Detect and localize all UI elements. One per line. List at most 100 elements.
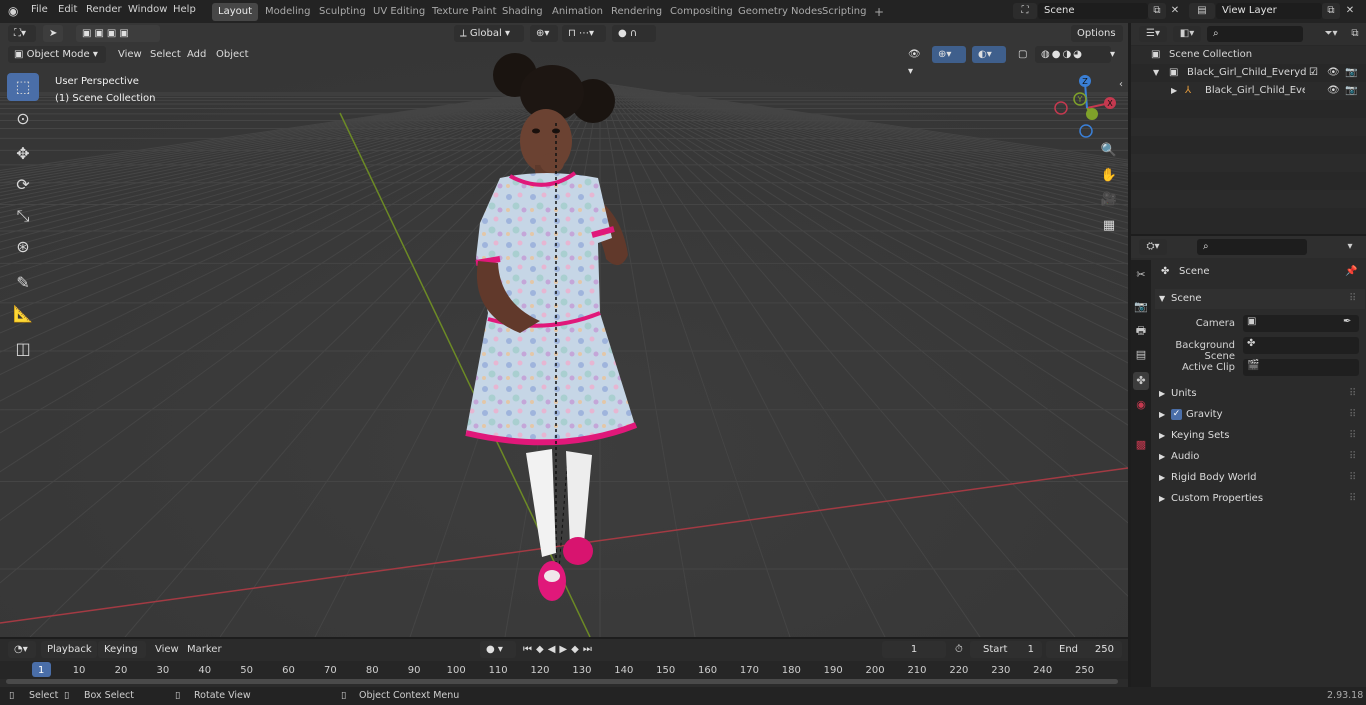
- pin-icon[interactable]: 📌: [1345, 262, 1357, 282]
- active-clip-field[interactable]: 🎬: [1243, 359, 1359, 376]
- zoom-icon[interactable]: 🔍: [1098, 140, 1120, 162]
- units-panel-header[interactable]: ▶ Units ⠿: [1155, 384, 1365, 404]
- start-frame-field[interactable]: Start 1: [970, 641, 1042, 658]
- perspective-toggle-icon[interactable]: ▦: [1098, 215, 1120, 237]
- outliner-editor-type-icon[interactable]: ☰▾: [1139, 26, 1167, 42]
- outliner-row-scene-collection[interactable]: ▣ Scene Collection: [1131, 46, 1366, 64]
- editor-type-icon[interactable]: ⛶▾: [8, 25, 36, 42]
- menu-edit[interactable]: Edit: [58, 4, 77, 15]
- tab-layout[interactable]: Layout: [212, 3, 258, 21]
- menu-view[interactable]: View: [118, 46, 142, 63]
- menu-object[interactable]: Object: [216, 46, 249, 63]
- scene-name-field[interactable]: Scene: [1038, 3, 1148, 19]
- render-camera-icon[interactable]: 📷: [1345, 82, 1357, 100]
- drag-handle-icon[interactable]: ⠿: [1349, 489, 1356, 509]
- view-layer-selector-icon[interactable]: ▤: [1189, 3, 1215, 19]
- overlay-toggle-icon[interactable]: ◐▾: [972, 46, 1006, 63]
- drag-handle-icon[interactable]: ⠿: [1349, 289, 1356, 309]
- navigation-gizmo[interactable]: X Y Z: [1052, 73, 1122, 143]
- tab-modeling[interactable]: Modeling: [259, 3, 317, 21]
- tab-scripting[interactable]: Scripting: [816, 3, 872, 21]
- shading-mode-icons[interactable]: ◍●◑◕: [1035, 46, 1111, 63]
- keying-sets-panel-header[interactable]: ▶ Keying Sets ⠿: [1155, 426, 1365, 446]
- tab-texture-paint[interactable]: Texture Paint: [426, 3, 503, 21]
- world-tab-icon[interactable]: ◉: [1133, 396, 1149, 414]
- 3d-viewport[interactable]: ⛶▾ ➤ ▣▣▣▣ ⟂ Global ▾ ⊕▾ ⊓ ⋯▾ ● ∩ Options…: [0, 23, 1128, 637]
- timeline-view-menu[interactable]: View: [155, 641, 179, 658]
- tool-scale-icon[interactable]: ⤡: [7, 202, 39, 230]
- mode-dropdown[interactable]: ▣ Object Mode ▾: [8, 46, 106, 63]
- tool-tab-icon[interactable]: ✂: [1133, 266, 1149, 284]
- tab-geometry-nodes[interactable]: Geometry Nodes: [732, 3, 828, 21]
- tool-rotate-icon[interactable]: ⟳: [7, 171, 39, 199]
- gravity-panel-header[interactable]: ▶ ✓ Gravity ⠿: [1155, 405, 1365, 425]
- menu-file[interactable]: File: [31, 4, 48, 15]
- render-tab-icon[interactable]: 📷: [1133, 298, 1149, 316]
- auto-keying-icon[interactable]: ● ▾: [480, 641, 516, 658]
- end-frame-field[interactable]: End 250: [1046, 641, 1122, 658]
- camera-field[interactable]: ▣ ✒: [1243, 315, 1359, 332]
- audio-panel-header[interactable]: ▶ Audio ⠿: [1155, 447, 1365, 467]
- prev-keyframe-icon[interactable]: ◆: [536, 644, 548, 655]
- rigid-body-world-panel-header[interactable]: ▶ Rigid Body World ⠿: [1155, 468, 1365, 488]
- tab-shading[interactable]: Shading: [496, 3, 549, 21]
- tool-transform-icon[interactable]: ⊛: [7, 233, 39, 261]
- tab-compositing[interactable]: Compositing: [664, 3, 739, 21]
- delete-scene-icon[interactable]: ✕: [1166, 3, 1184, 19]
- new-collection-icon[interactable]: ⧉: [1346, 26, 1364, 42]
- menu-help[interactable]: Help: [173, 4, 196, 15]
- tool-add-cube-icon[interactable]: ◫: [7, 335, 39, 363]
- tab-uv-editing[interactable]: UV Editing: [367, 3, 431, 21]
- menu-render[interactable]: Render: [86, 4, 122, 15]
- new-scene-icon[interactable]: ⧉: [1148, 3, 1166, 19]
- current-frame-field[interactable]: 1: [882, 641, 946, 658]
- stopwatch-icon[interactable]: ⏱: [955, 641, 963, 658]
- play-icon[interactable]: ▶: [559, 644, 571, 655]
- blender-logo-icon[interactable]: ◉: [8, 4, 18, 18]
- select-tool-icon[interactable]: ➤: [43, 25, 63, 42]
- jump-end-icon[interactable]: ⏭: [583, 644, 596, 655]
- menu-window[interactable]: Window: [128, 4, 167, 15]
- gizmo-toggle-icon[interactable]: ⊕▾: [932, 46, 966, 63]
- visibility-icon[interactable]: 👁▾: [902, 46, 928, 77]
- eyedropper-icon[interactable]: ✒: [1343, 316, 1351, 327]
- expand-right-icon[interactable]: ▶: [1171, 82, 1177, 100]
- display-mode-icon[interactable]: ◧▾: [1173, 26, 1201, 42]
- tool-select-box-icon[interactable]: ⬚: [7, 73, 39, 101]
- timeline-editor-type-icon[interactable]: ◔▾: [8, 641, 36, 658]
- expand-down-icon[interactable]: ▼: [1153, 64, 1159, 82]
- delete-view-layer-icon[interactable]: ✕: [1341, 3, 1359, 19]
- add-workspace-button[interactable]: +: [868, 3, 890, 21]
- xray-icon[interactable]: ▢: [1012, 46, 1032, 63]
- properties-editor-type-icon[interactable]: ⛭▾: [1139, 239, 1167, 255]
- play-reverse-icon[interactable]: ◀: [548, 644, 560, 655]
- tool-cursor-icon[interactable]: ⊙: [7, 105, 39, 133]
- properties-options-icon[interactable]: ▾: [1341, 239, 1359, 255]
- selection-mode-icons[interactable]: ▣▣▣▣: [76, 25, 160, 42]
- scene-tab-icon[interactable]: ✤: [1133, 372, 1149, 390]
- camera-view-icon[interactable]: 🎥: [1098, 189, 1120, 211]
- marker-menu[interactable]: Marker: [187, 641, 222, 658]
- scene-panel-header[interactable]: ▼ Scene ⠿: [1155, 289, 1365, 309]
- new-view-layer-icon[interactable]: ⧉: [1322, 3, 1340, 19]
- custom-properties-panel-header[interactable]: ▶ Custom Properties ⠿: [1155, 489, 1365, 509]
- drag-handle-icon[interactable]: ⠿: [1349, 405, 1356, 425]
- proportional-edit-icon[interactable]: ● ∩: [612, 25, 656, 42]
- output-tab-icon[interactable]: 🖶: [1133, 322, 1149, 340]
- next-keyframe-icon[interactable]: ◆: [571, 644, 583, 655]
- background-scene-field[interactable]: ✤: [1243, 337, 1359, 354]
- drag-handle-icon[interactable]: ⠿: [1349, 468, 1356, 488]
- gravity-checkbox[interactable]: ✓: [1171, 409, 1182, 420]
- exclude-checkbox-icon[interactable]: ☑: [1309, 64, 1318, 82]
- view-layer-field[interactable]: View Layer: [1216, 3, 1322, 19]
- pivot-point-icon[interactable]: ⊕▾: [530, 25, 558, 42]
- jump-start-icon[interactable]: ⏮: [523, 644, 536, 655]
- sidebar-toggle-icon[interactable]: ‹: [1119, 79, 1123, 90]
- pan-hand-icon[interactable]: ✋: [1098, 165, 1120, 187]
- tool-measure-icon[interactable]: 📐: [7, 300, 39, 328]
- transform-orientation-dropdown[interactable]: ⟂ Global ▾: [454, 25, 524, 42]
- tool-annotate-icon[interactable]: ✎: [7, 269, 39, 297]
- filter-icon[interactable]: ⏷▾: [1316, 26, 1346, 42]
- tab-sculpting[interactable]: Sculpting: [313, 3, 372, 21]
- drag-handle-icon[interactable]: ⠿: [1349, 447, 1356, 467]
